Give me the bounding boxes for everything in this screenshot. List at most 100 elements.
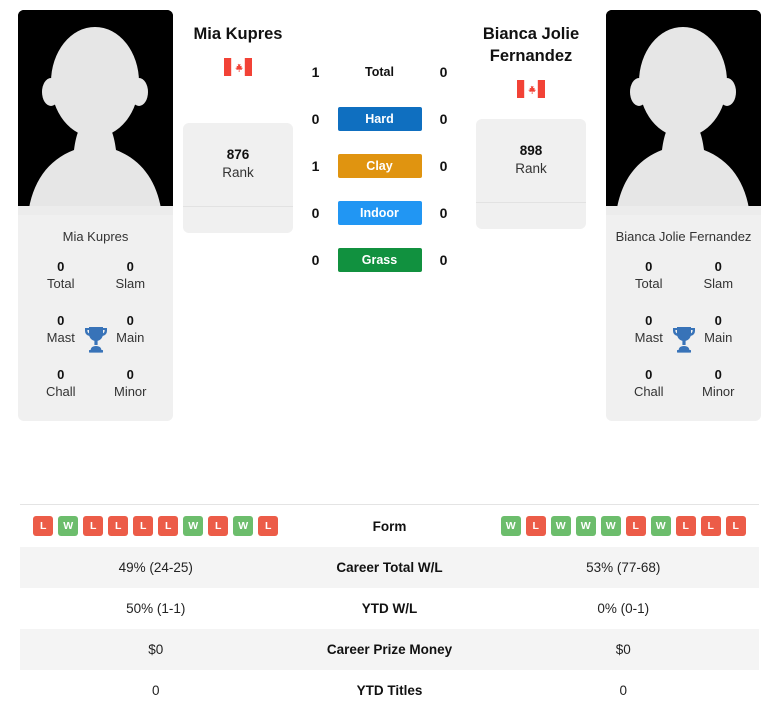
row-value-right: $0 bbox=[615, 642, 631, 657]
h2h-label-hard[interactable]: Hard bbox=[337, 107, 422, 131]
player-name-left: Mia Kupres bbox=[193, 25, 283, 43]
player-card-right[interactable]: Bianca Jolie Fernandez 0 Total 0 Slam 0 … bbox=[606, 10, 761, 421]
h2h-right-score: 0 bbox=[439, 205, 448, 221]
title-stat-value: 0 bbox=[57, 259, 65, 275]
form-badge-win[interactable]: W bbox=[183, 516, 204, 536]
title-stat-label: Total bbox=[47, 276, 75, 292]
player-comparison-page: Mia Kupres 0 Total 0 Slam 0 Mast 0 Main bbox=[0, 0, 779, 719]
titles-grid-right: 0 Total 0 Slam 0 Mast 0 Main 0 Chall 0 M… bbox=[606, 257, 761, 420]
title-stat-chall-left: 0 Chall bbox=[26, 367, 96, 401]
form-badge-loss[interactable]: L bbox=[700, 516, 721, 536]
h2h-right-score: 0 bbox=[439, 158, 448, 174]
row-label-ytd-titles: YTD Titles bbox=[356, 683, 423, 698]
table-row-form: LWLLLLWLWL Form WLWWWLWLLL bbox=[20, 505, 759, 547]
h2h-left-score: 0 bbox=[311, 111, 320, 127]
stat-value: 841 bbox=[227, 230, 250, 232]
title-stat-minor-right: 0 Minor bbox=[684, 367, 754, 401]
form-badge-win[interactable]: W bbox=[650, 516, 671, 536]
form-strip-left: LWLLLLWLWL bbox=[20, 516, 292, 536]
title-stat-value: 0 bbox=[57, 313, 65, 329]
title-stat-label: Minor bbox=[113, 383, 147, 399]
player-name-right: Bianca Jolie Fernandez bbox=[482, 25, 580, 65]
form-badge-loss[interactable]: L bbox=[83, 516, 104, 536]
title-stat-label: Chall bbox=[45, 383, 76, 399]
h2h-label-total: Total bbox=[365, 65, 394, 79]
title-stat-minor-left: 0 Minor bbox=[96, 367, 166, 401]
title-stat-value: 0 bbox=[645, 366, 653, 382]
form-badge-loss[interactable]: L bbox=[158, 516, 179, 536]
title-stat-value: 0 bbox=[126, 259, 134, 275]
h2h-label-clay[interactable]: Clay bbox=[337, 154, 422, 178]
h2h-right-score: 0 bbox=[439, 111, 448, 127]
stat-high-left: 841 High bbox=[183, 207, 293, 232]
row-value-left: $0 bbox=[148, 642, 164, 657]
title-stat-label: Slam bbox=[703, 276, 734, 292]
table-row-ytd-titles: 0 YTD Titles 0 bbox=[20, 670, 759, 711]
title-stat-main-right: 0 Main bbox=[684, 313, 754, 347]
title-stat-label: Slam bbox=[115, 276, 146, 292]
avatar-placeholder-icon bbox=[606, 10, 761, 215]
h2h-label-indoor[interactable]: Indoor bbox=[337, 201, 422, 225]
form-badge-loss[interactable]: L bbox=[675, 516, 696, 536]
form-badge-loss[interactable]: L bbox=[625, 516, 646, 536]
h2h-row-clay: 1 Clay 0 bbox=[293, 154, 466, 178]
row-value-left: 49% (24-25) bbox=[118, 560, 193, 575]
form-badge-win[interactable]: W bbox=[233, 516, 254, 536]
title-stat-value: 0 bbox=[645, 259, 653, 275]
form-badge-loss[interactable]: L bbox=[33, 516, 54, 536]
title-stat-label: Total bbox=[635, 276, 663, 292]
h2h-left-score: 0 bbox=[311, 252, 320, 268]
h2h-label-grass[interactable]: Grass bbox=[337, 248, 422, 272]
form-badge-loss[interactable]: L bbox=[133, 516, 154, 536]
stat-rank-right: 898 Rank bbox=[476, 119, 586, 203]
h2h-row-total: 1 Total 0 bbox=[293, 60, 466, 84]
stat-label: Rank bbox=[515, 161, 547, 177]
form-strip-right: WLWWWLWLLL bbox=[488, 516, 760, 536]
form-badge-loss[interactable]: L bbox=[725, 516, 746, 536]
avatar-placeholder-icon bbox=[18, 10, 173, 215]
title-stat-total-right: 0 Total bbox=[614, 259, 684, 293]
title-stat-label: Main bbox=[116, 329, 145, 345]
form-badge-loss[interactable]: L bbox=[208, 516, 229, 536]
row-label-career-total-wl: Career Total W/L bbox=[336, 560, 443, 575]
h2h-row-grass: 0 Grass 0 bbox=[293, 248, 466, 272]
title-stat-value: 0 bbox=[126, 313, 134, 329]
form-badges-right: WLWWWLWLLL bbox=[488, 516, 760, 536]
player-card-left[interactable]: Mia Kupres 0 Total 0 Slam 0 Mast 0 Main bbox=[18, 10, 173, 421]
comparison-table: LWLLLLWLWL Form WLWWWLWLLL 49% (24-25) C… bbox=[20, 504, 759, 711]
head-to-head-column: 1 Total 0 0 Hard 0 1 Clay 0 0 Indoor 0 0 bbox=[293, 0, 466, 272]
h2h-right-score: 0 bbox=[439, 252, 448, 268]
table-row-career-prize-money: $0 Career Prize Money $0 bbox=[20, 629, 759, 670]
title-stat-value: 0 bbox=[645, 313, 653, 329]
form-badge-win[interactable]: W bbox=[600, 516, 621, 536]
table-row-career-total-wl: 49% (24-25) Career Total W/L 53% (77-68) bbox=[20, 547, 759, 588]
stats-card-left[interactable]: 876 Rank 841 High 20 Age Plays bbox=[183, 122, 293, 233]
table-row-ytd-wl: 50% (1-1) YTD W/L 0% (0-1) bbox=[20, 588, 759, 629]
form-badge-win[interactable]: W bbox=[500, 516, 521, 536]
row-label-form: Form bbox=[372, 518, 407, 534]
form-badges-left: LWLLLLWLWL bbox=[20, 516, 292, 536]
title-stat-label: Chall bbox=[633, 383, 664, 399]
form-badge-loss[interactable]: L bbox=[258, 516, 279, 536]
title-stat-label: Mast bbox=[46, 329, 75, 345]
stat-value: 898 bbox=[519, 143, 543, 159]
form-badge-loss[interactable]: L bbox=[525, 516, 546, 536]
h2h-left-score: 1 bbox=[311, 64, 320, 80]
form-badge-win[interactable]: W bbox=[58, 516, 79, 536]
h2h-row-hard: 0 Hard 0 bbox=[293, 107, 466, 131]
title-stat-label: Mast bbox=[634, 329, 663, 345]
player-photo-name-left: Mia Kupres bbox=[62, 229, 129, 244]
title-stat-value: 0 bbox=[714, 313, 722, 329]
title-stat-chall-right: 0 Chall bbox=[614, 367, 684, 401]
player-photo-left bbox=[18, 10, 173, 215]
form-badge-win[interactable]: W bbox=[575, 516, 596, 536]
row-value-right: 0% (0-1) bbox=[597, 601, 650, 616]
stat-label: Rank bbox=[222, 165, 254, 181]
form-badge-win[interactable]: W bbox=[550, 516, 571, 536]
stats-card-right[interactable]: 898 Rank 606 High 20 Age Plays bbox=[476, 118, 586, 229]
player-photo-name-right: Bianca Jolie Fernandez bbox=[615, 229, 752, 244]
title-stat-slam-left: 0 Slam bbox=[96, 259, 166, 293]
title-stat-value: 0 bbox=[714, 259, 722, 275]
stat-value: 606 bbox=[520, 226, 543, 228]
form-badge-loss[interactable]: L bbox=[108, 516, 129, 536]
